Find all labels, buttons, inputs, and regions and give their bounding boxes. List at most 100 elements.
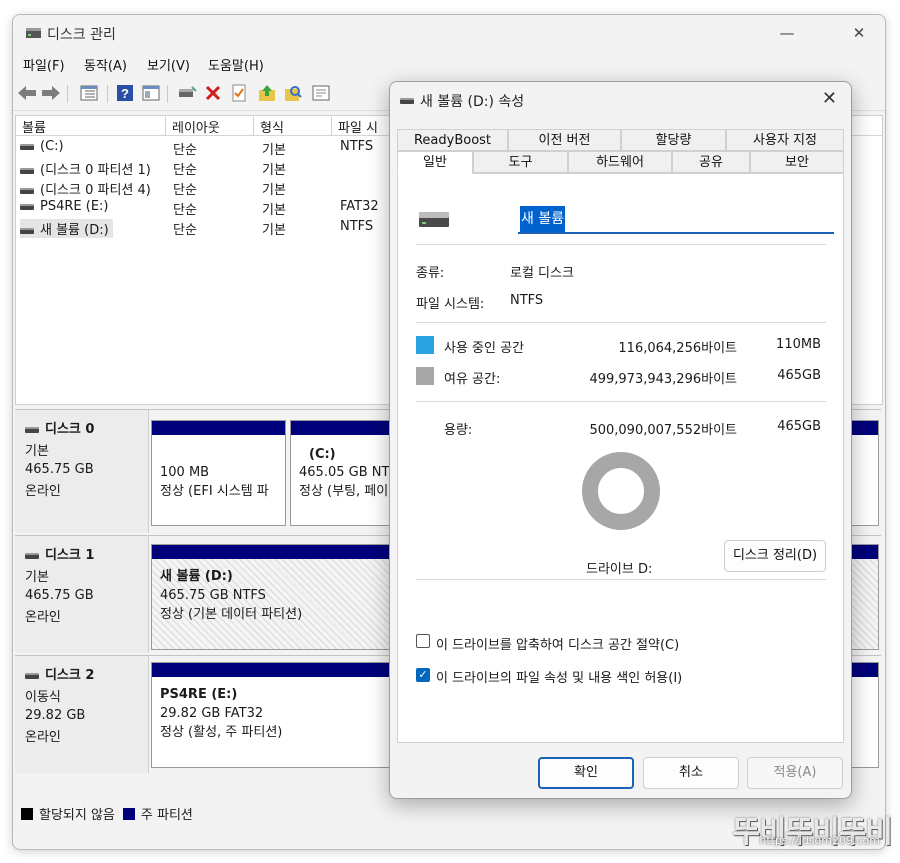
tab-hardware[interactable]: 하드웨어 [568, 151, 672, 173]
checklist-icon[interactable] [229, 83, 249, 103]
disk-usage-donut [582, 452, 660, 530]
drive-icon [20, 143, 34, 150]
search-icon[interactable] [283, 83, 303, 103]
volume-type: 기본 [262, 223, 286, 238]
drive-icon [25, 426, 39, 433]
disk-cleanup-button[interactable]: 디스크 정리(D) [724, 540, 826, 572]
connect-drive-icon[interactable] [177, 83, 197, 103]
toolbar-divider [67, 85, 68, 103]
menu-help[interactable]: 도움말(H) [208, 55, 264, 74]
dialog-title-bar: 새 볼륨 (D:) 속성 [400, 91, 524, 111]
capacity-size: 465GB [777, 419, 821, 434]
free-space-size: 465GB [777, 368, 821, 383]
type-value: 로컬 디스크 [510, 266, 574, 281]
partition-title: (C:) [309, 447, 336, 462]
disk-size: 465.75 GB [25, 588, 94, 603]
volume-type: 기본 [262, 143, 286, 158]
menu-file[interactable]: 파일(F) [23, 55, 65, 74]
legend-unallocated: 할당되지 않음 [39, 808, 115, 823]
partition-size: 465.75 GB NTFS [160, 588, 266, 603]
tab-security[interactable]: 보안 [750, 151, 844, 173]
volume-layout: 단순 [173, 223, 197, 238]
drive-icon [25, 672, 39, 679]
used-space-bytes: 116,064,256바이트 [618, 341, 737, 356]
settings-window-icon[interactable] [311, 83, 331, 103]
delete-icon[interactable] [203, 83, 223, 103]
close-button[interactable]: ✕ [845, 21, 873, 45]
free-space-swatch [416, 367, 434, 385]
tab-customize[interactable]: 사용자 지정 [726, 129, 844, 151]
disk-status: 온라인 [25, 610, 61, 625]
tab-sharing[interactable]: 공유 [672, 151, 750, 173]
index-drive-checkbox[interactable]: ✓ [416, 668, 430, 682]
drive-letter-label: 드라이브 D: [586, 562, 653, 577]
dialog-close-button[interactable]: ✕ [822, 88, 837, 109]
tab-quota[interactable]: 할당량 [621, 129, 726, 151]
toolbar-divider [167, 85, 168, 103]
drive-icon [20, 167, 34, 174]
column-header-layout[interactable]: 레이아웃 [166, 117, 254, 136]
general-tab-panel: 새 볼륨 종류: 로컬 디스크 파일 시스템: NTFS 사용 중인 공간 11… [397, 173, 844, 743]
disk-status: 온라인 [25, 730, 61, 745]
divider [416, 244, 826, 245]
tab-previous-versions[interactable]: 이전 버전 [508, 129, 621, 151]
disk-info: 디스크 1 기본 465.75 GB 온라인 [15, 536, 149, 653]
volume-fs: NTFS [340, 219, 374, 234]
column-header-type[interactable]: 형식 [254, 117, 332, 136]
partition-status: 정상 (활성, 주 파티션) [160, 725, 283, 740]
tab-tools[interactable]: 도구 [473, 151, 568, 173]
volume-type: 기본 [262, 183, 286, 198]
divider [416, 579, 826, 580]
maximize-button[interactable] [797, 26, 811, 40]
type-label: 종류: [416, 266, 445, 281]
tab-general[interactable]: 일반 [397, 151, 473, 174]
volume-layout: 단순 [173, 203, 197, 218]
help-icon[interactable]: ? [115, 83, 135, 103]
ok-button[interactable]: 확인 [538, 757, 634, 789]
dialog-title: 새 볼륨 (D:) 속성 [420, 94, 525, 110]
legend-swatch-primary [122, 807, 135, 820]
volume-name: PS4RE (E:) [20, 199, 108, 214]
disk-management-icon [26, 28, 41, 38]
disk-size: 29.82 GB [25, 708, 86, 723]
drive-icon [20, 187, 34, 194]
disk-status: 온라인 [25, 484, 61, 499]
forward-arrow-icon[interactable] [41, 83, 61, 103]
legend-swatch-unallocated [21, 807, 33, 820]
volume-fs: NTFS [340, 139, 374, 154]
legend-primary: 주 파티션 [140, 808, 193, 823]
divider [416, 401, 826, 402]
volume-name-input[interactable]: 새 볼륨 [518, 204, 834, 234]
disk-name: 디스크 0 [45, 422, 95, 437]
toolbar-divider [107, 85, 108, 103]
partition-title: PS4RE (E:) [160, 687, 238, 702]
menu-view[interactable]: 보기(V) [147, 55, 190, 74]
disk-info: 디스크 0 기본 465.75 GB 온라인 [15, 410, 149, 533]
tab-readyboost[interactable]: ReadyBoost [397, 129, 508, 151]
disk-kind: 이동식 [25, 690, 61, 705]
partition-status: 정상 (기본 데이터 파티션) [160, 607, 303, 622]
volume-name: (C:) [20, 139, 64, 154]
disk-name: 디스크 1 [45, 548, 95, 563]
list-view-icon[interactable] [79, 83, 99, 103]
properties-view-icon[interactable] [141, 83, 161, 103]
disk-info: 디스크 2 이동식 29.82 GB 온라인 [15, 656, 149, 773]
folder-up-icon[interactable] [257, 83, 277, 103]
hard-drive-icon [419, 212, 449, 227]
partition-bar [152, 421, 285, 435]
volume-type: 기본 [262, 163, 286, 178]
partition[interactable]: 100 MB 정상 (EFI 시스템 파 [151, 420, 286, 526]
used-space-swatch [416, 336, 434, 354]
used-space-label: 사용 중인 공간 [444, 341, 525, 356]
cancel-button[interactable]: 취소 [643, 757, 739, 789]
legend: 할당되지 않음 주 파티션 [21, 804, 193, 823]
disk-size: 465.75 GB [25, 462, 94, 477]
svg-text:?: ? [121, 86, 129, 101]
partition-status: 정상 (EFI 시스템 파 [160, 484, 269, 499]
apply-button[interactable]: 적용(A) [747, 757, 843, 789]
column-header-volume[interactable]: 볼륨 [16, 117, 166, 136]
back-arrow-icon[interactable] [17, 83, 37, 103]
menu-action[interactable]: 동작(A) [84, 55, 127, 74]
compress-drive-label: 이 드라이브를 압축하여 디스크 공간 절약(C) [436, 638, 680, 653]
compress-drive-checkbox[interactable] [416, 634, 430, 648]
